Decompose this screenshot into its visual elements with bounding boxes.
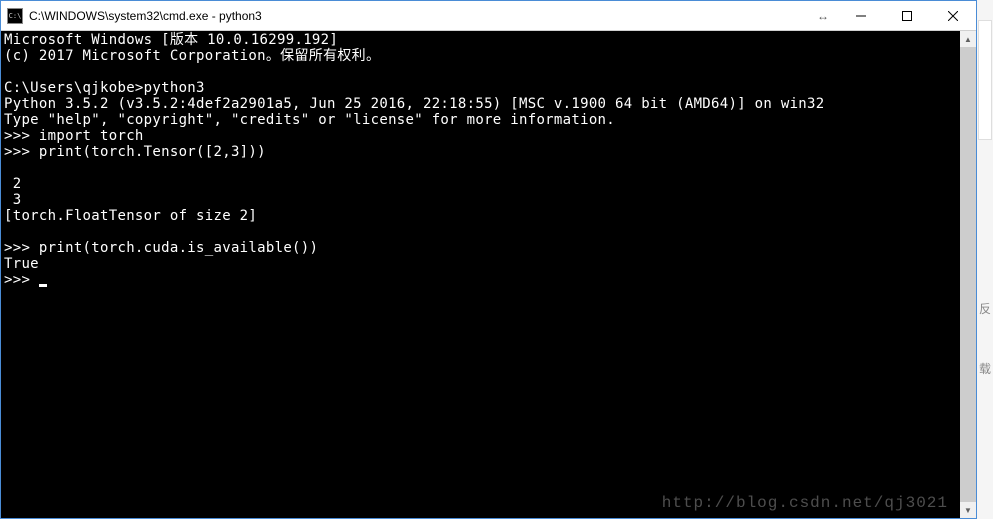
side-hint-a: 反 [979, 300, 991, 317]
terminal-output[interactable]: Microsoft Windows [版本 10.0.16299.192] (c… [1, 31, 960, 518]
scroll-track[interactable] [960, 47, 976, 502]
scroll-down-button[interactable]: ▼ [960, 502, 976, 518]
page-side-strip: 反 载 [977, 0, 993, 519]
side-hint-b: 载 [979, 360, 991, 377]
titlebar[interactable]: C:\ C:\WINDOWS\system32\cmd.exe - python… [1, 1, 976, 31]
window-title: C:\WINDOWS\system32\cmd.exe - python3 [29, 9, 262, 23]
minimize-button[interactable] [838, 1, 884, 30]
cmd-window: C:\ C:\WINDOWS\system32\cmd.exe - python… [0, 0, 977, 519]
scrollbar[interactable]: ▲ ▼ [960, 31, 976, 518]
window-controls: ↔ [808, 1, 976, 30]
cmd-icon: C:\ [7, 8, 23, 24]
close-button[interactable] [930, 1, 976, 30]
scroll-thumb[interactable] [960, 47, 976, 502]
terminal-area: Microsoft Windows [版本 10.0.16299.192] (c… [1, 31, 976, 518]
resize-indicator-icon: ↔ [808, 1, 838, 30]
maximize-button[interactable] [884, 1, 930, 30]
page-scroll-thumb[interactable] [978, 20, 992, 140]
scroll-up-button[interactable]: ▲ [960, 31, 976, 47]
cursor [39, 284, 47, 287]
